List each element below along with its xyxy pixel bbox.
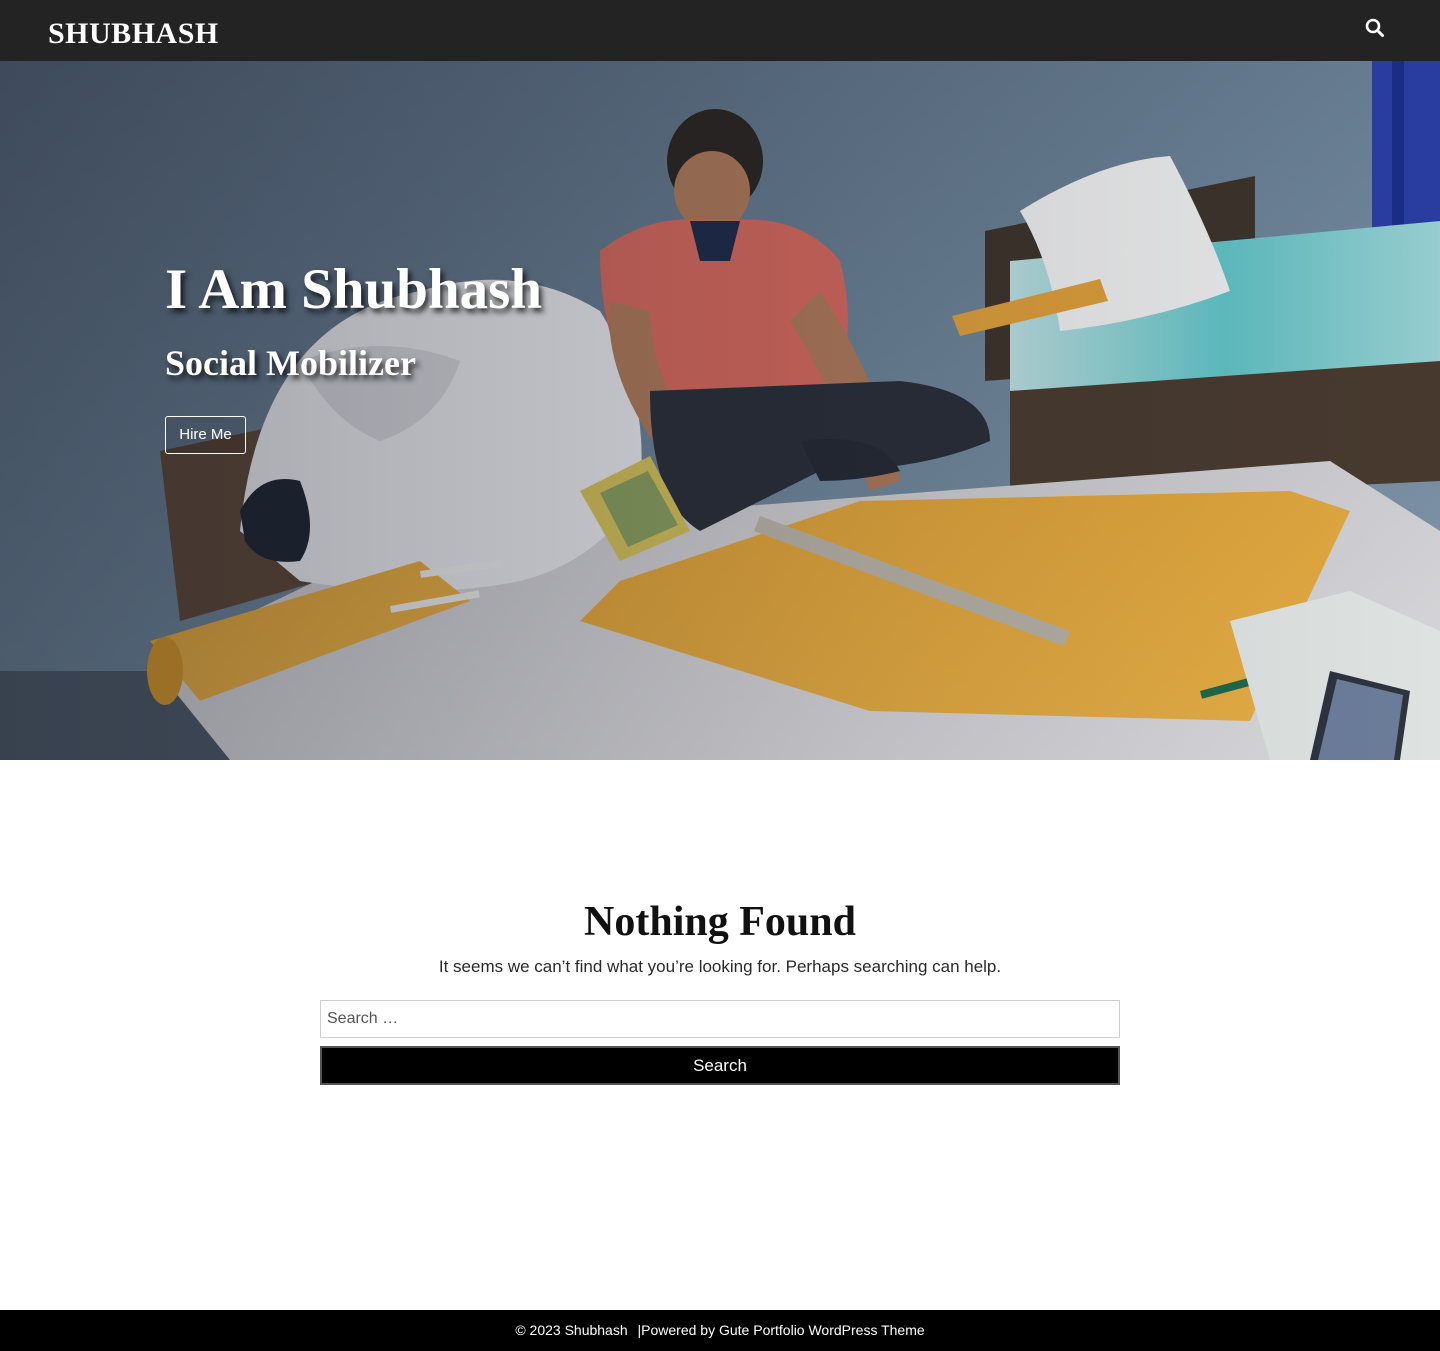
hire-me-button[interactable]: Hire Me (165, 416, 246, 454)
hero-subtitle: Social Mobilizer (165, 343, 416, 383)
site-header: SHUBHASH (0, 0, 1440, 61)
site-footer: © 2023 Shubhash |Powered by Gute Portfol… (0, 1310, 1440, 1351)
footer-theme-link[interactable]: Gute Portfolio WordPress Theme (719, 1322, 925, 1338)
nothing-found-heading: Nothing Found (584, 899, 856, 945)
search-submit-button[interactable]: Search (320, 1046, 1120, 1085)
hero-title: I Am Shubhash (165, 258, 543, 321)
nothing-found-message: It seems we can’t find what you’re looki… (438, 957, 1002, 976)
search-input[interactable] (320, 1000, 1120, 1038)
site-title-link[interactable]: SHUBHASH (48, 17, 219, 51)
footer-powered-prefix: Powered by (641, 1322, 716, 1338)
hero-overlay (0, 61, 1440, 760)
hero-banner: I Am Shubhash Social Mobilizer Hire Me (0, 61, 1440, 760)
search-icon[interactable] (1364, 17, 1386, 39)
footer-copyright: © 2023 Shubhash (515, 1322, 628, 1338)
